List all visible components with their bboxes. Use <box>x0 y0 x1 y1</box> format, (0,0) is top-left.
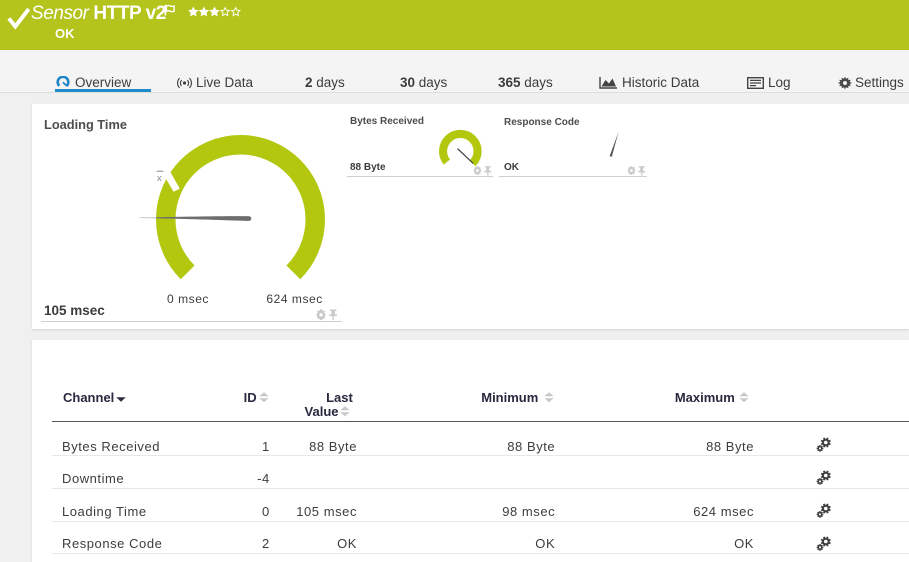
svg-text:x: x <box>157 173 162 184</box>
